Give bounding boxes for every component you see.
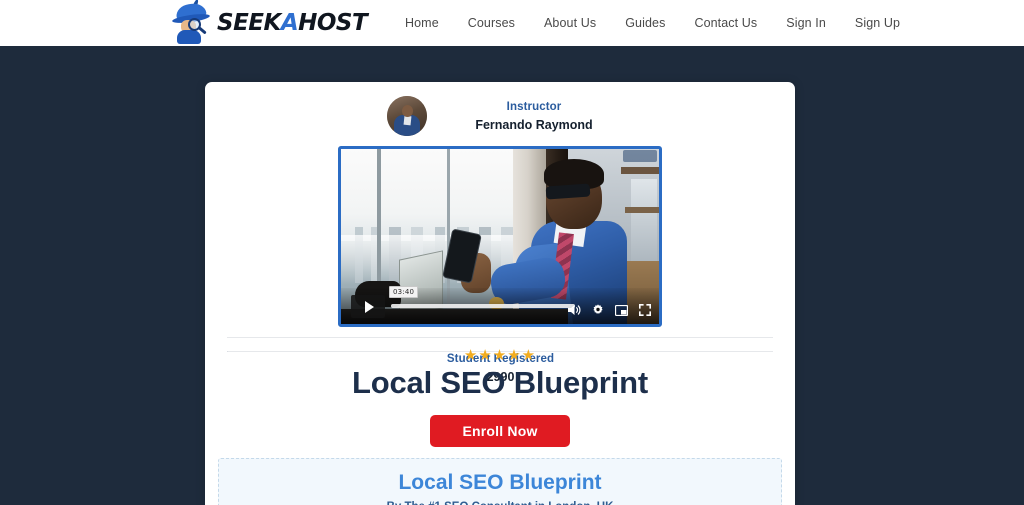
nav-item-sign-up[interactable]: Sign Up xyxy=(855,16,900,30)
course-meta: Instructor Fernando Raymond Student Regi… xyxy=(205,96,795,384)
gear-icon[interactable] xyxy=(592,304,604,316)
instructor-avatar xyxy=(387,96,428,136)
logo-wordmark: SEEKAHOST xyxy=(217,9,368,36)
page-title: Local SEO Blueprint xyxy=(352,365,648,400)
course-video-player[interactable]: 03:40 xyxy=(338,146,662,327)
section-divider xyxy=(227,337,773,338)
video-control-icons xyxy=(567,304,651,316)
logo-text-host: HOST xyxy=(298,9,368,36)
instructor-name: Fernando Raymond xyxy=(475,118,593,132)
nav-item-about-us[interactable]: About Us xyxy=(544,16,596,30)
enroll-section: Enroll Now xyxy=(205,415,795,447)
nav-item-sign-in[interactable]: Sign In xyxy=(786,16,826,30)
nav-item-guides[interactable]: Guides xyxy=(625,16,665,30)
video-shelf-bottom xyxy=(625,207,659,213)
video-progress-bar[interactable] xyxy=(391,304,575,308)
seekahost-watermark xyxy=(623,150,657,162)
video-buffer-bar xyxy=(391,304,575,308)
play-icon[interactable] xyxy=(351,295,385,318)
video-building xyxy=(631,179,657,267)
page-background: Instructor Fernando Raymond Student Regi… xyxy=(0,46,1024,505)
site-header: SEEKAHOST Home Courses About Us Guides C… xyxy=(0,0,1024,46)
detective-magnifier-icon xyxy=(171,0,214,44)
nav-item-courses[interactable]: Courses xyxy=(468,16,515,30)
video-time-badge: 03:40 xyxy=(389,286,419,298)
nav-item-contact-us[interactable]: Contact Us xyxy=(694,16,757,30)
instructor-column: Instructor Fernando Raymond xyxy=(455,99,612,133)
nav-item-home[interactable]: Home xyxy=(405,16,439,30)
instructor-label: Instructor xyxy=(506,101,562,113)
miniplayer-icon[interactable] xyxy=(615,304,628,316)
logo-body xyxy=(177,30,201,44)
logo-text-seek: SEEK xyxy=(217,9,281,36)
video-controls: 03:40 xyxy=(341,286,659,324)
logo-text-a: A xyxy=(280,9,299,36)
main-navigation: Home Courses About Us Guides Contact Us … xyxy=(405,0,900,46)
fullscreen-icon[interactable] xyxy=(639,304,651,316)
meta-columns: Instructor Fernando Raymond Student Regi… xyxy=(227,99,773,384)
rating-stars: ★★★★★ xyxy=(463,347,537,364)
enroll-now-button[interactable]: Enroll Now xyxy=(430,415,570,447)
promo-title: Local SEO Blueprint xyxy=(398,471,602,494)
site-logo[interactable]: SEEKAHOST xyxy=(171,0,368,46)
avatar-shirt xyxy=(403,115,412,126)
volume-icon[interactable] xyxy=(567,304,581,316)
promo-subtitle: By The #1 SEO Consultant in London, UK xyxy=(219,500,781,505)
promo-box: Local SEO Blueprint By The #1 SEO Consul… xyxy=(218,458,782,505)
course-card: Instructor Fernando Raymond Student Regi… xyxy=(205,82,795,505)
video-shelf-top xyxy=(621,167,659,174)
